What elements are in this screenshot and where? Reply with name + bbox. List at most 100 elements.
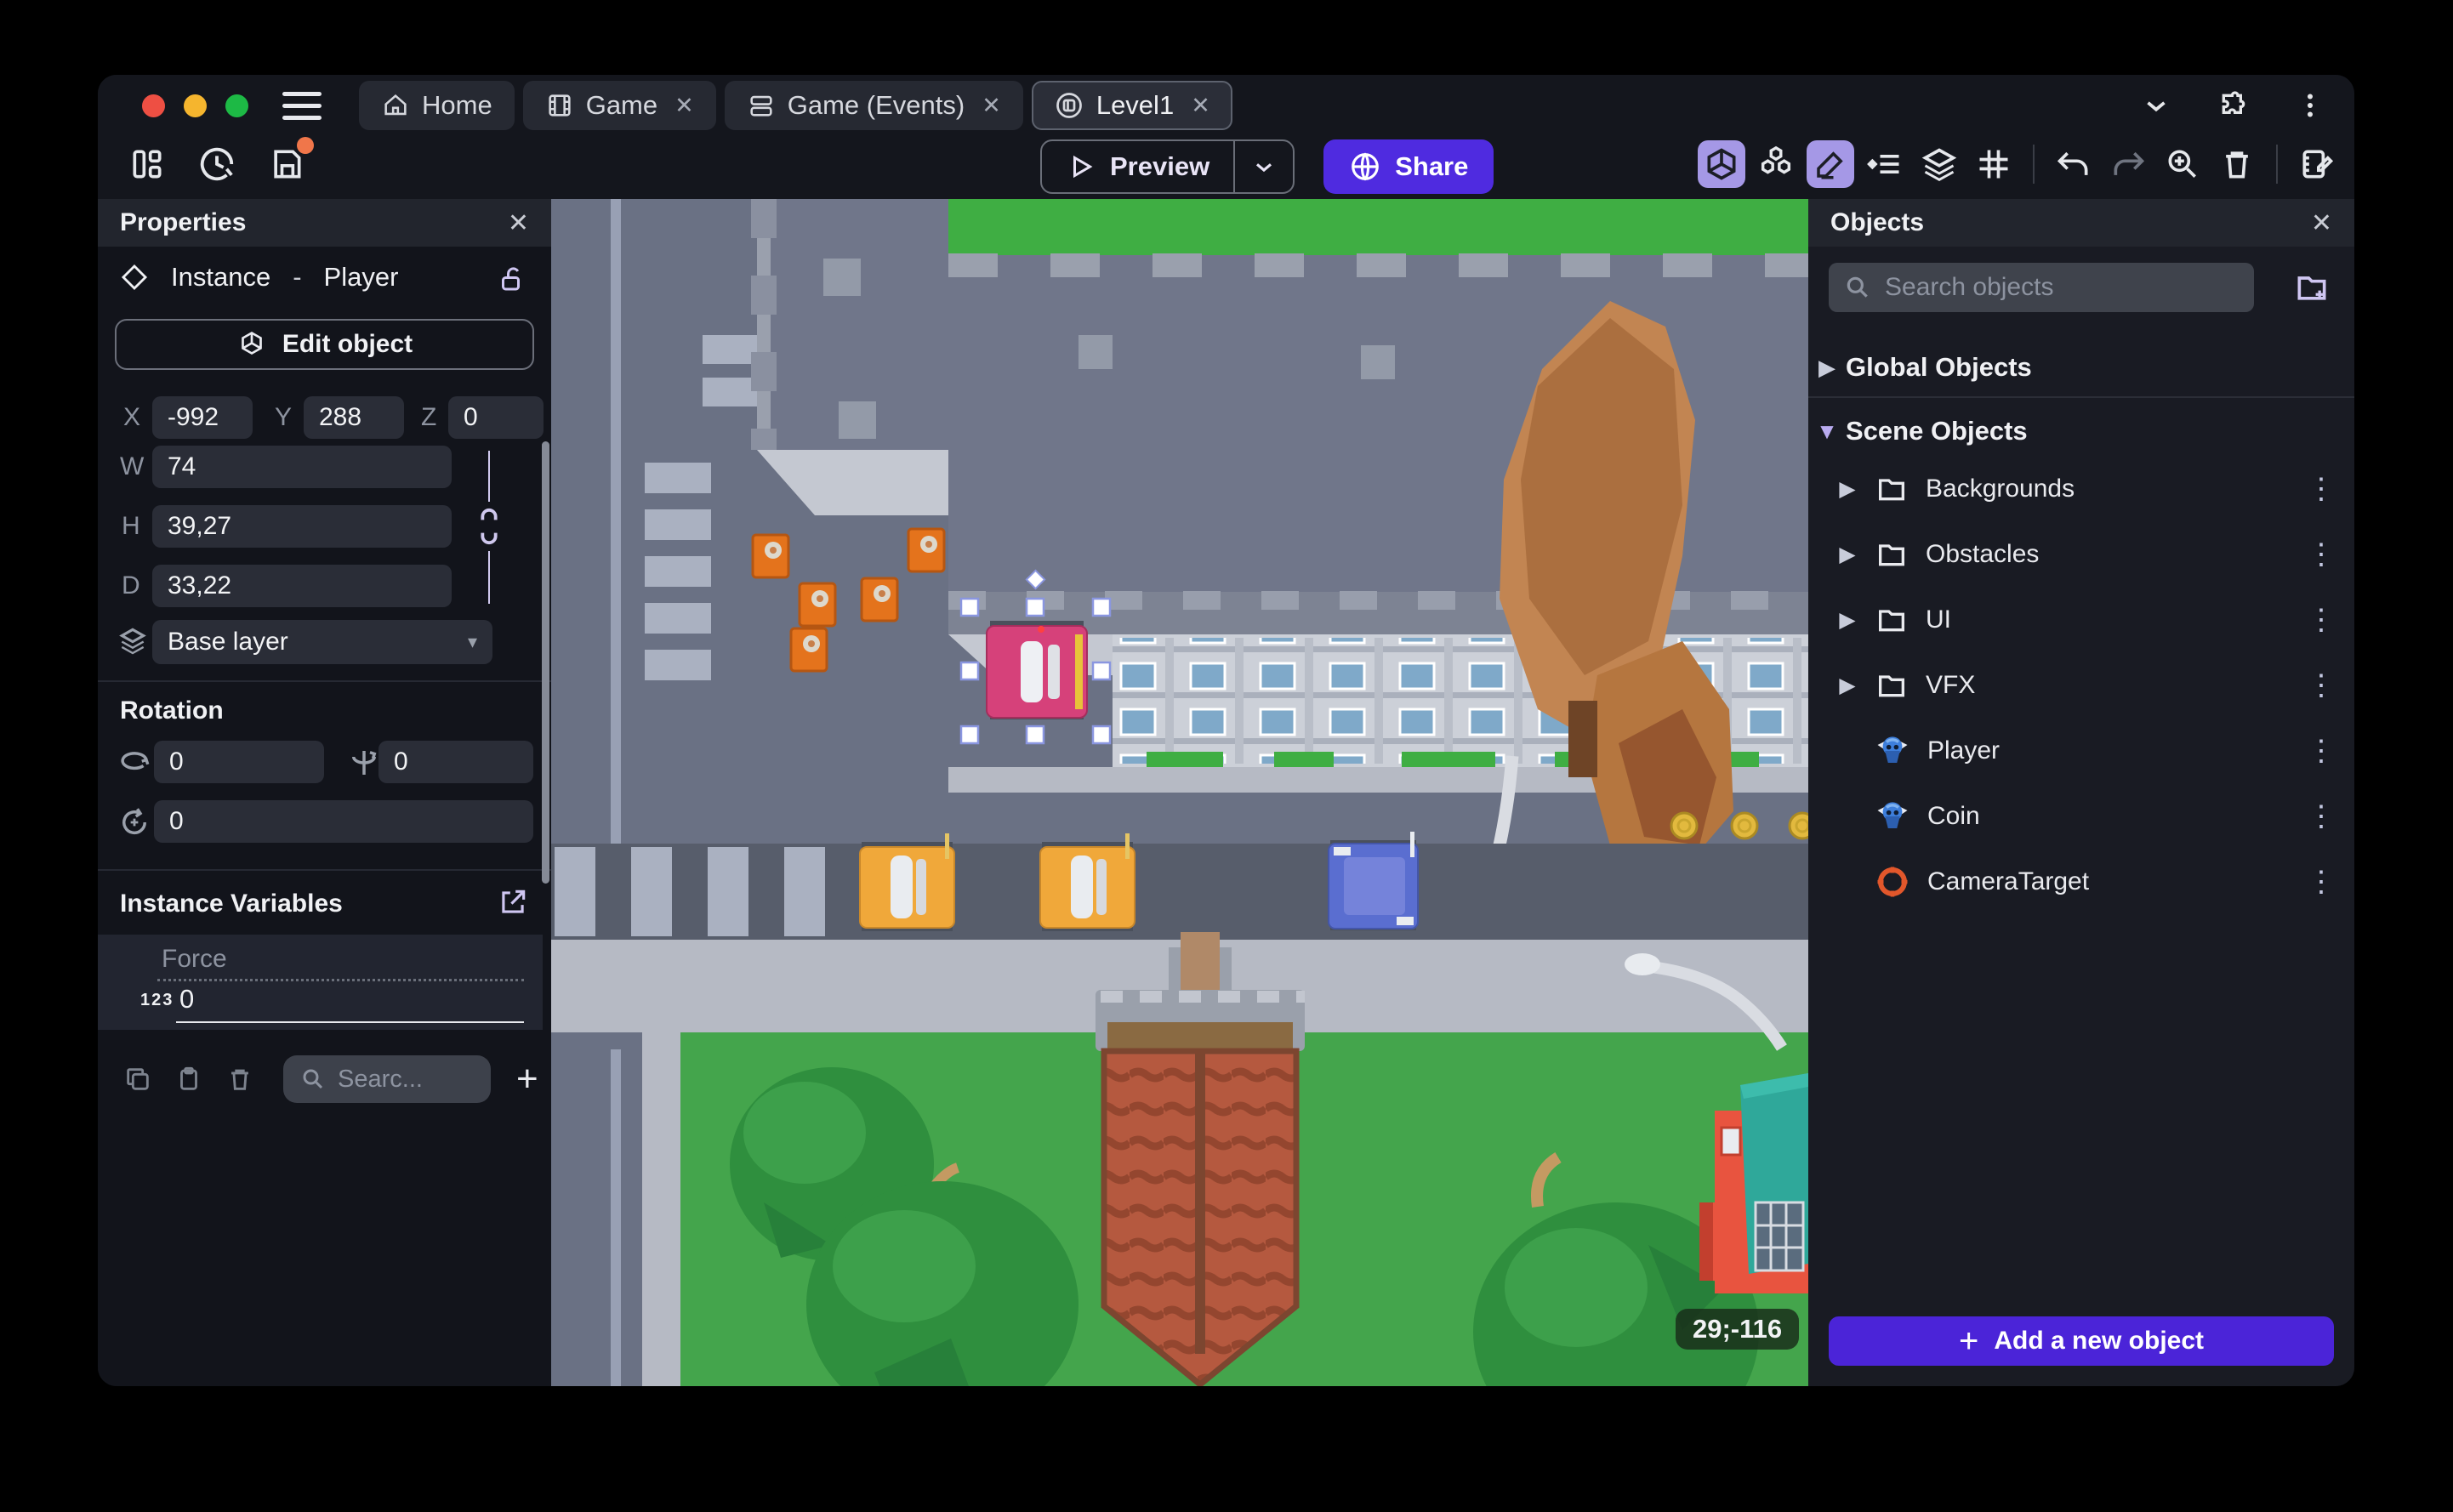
- global-objects-label: Global Objects: [1846, 352, 2032, 382]
- preview-options-chevron-icon[interactable]: [1235, 153, 1293, 180]
- globe-icon: [1352, 152, 1380, 181]
- close-properties-icon[interactable]: ✕: [508, 208, 529, 238]
- tab-home[interactable]: Home: [359, 81, 515, 130]
- d-label: D: [122, 571, 140, 600]
- history-icon[interactable]: [193, 140, 241, 188]
- width-input[interactable]: [152, 446, 452, 488]
- layer-select[interactable]: Base layer ▾: [152, 620, 492, 664]
- x-input[interactable]: [152, 396, 253, 439]
- building-tower[interactable]: [751, 199, 948, 515]
- objects-panel: Objects ✕ ▶ Global Objects ▼ Scene Objec…: [1808, 199, 2354, 1386]
- tree-item-ui[interactable]: ▶ UI ⋮: [1808, 594, 2354, 646]
- edit-object-button[interactable]: Edit object: [115, 319, 534, 370]
- variable-value[interactable]: 0: [179, 984, 194, 1015]
- collapse-chevron-icon[interactable]: [2140, 89, 2172, 122]
- tree-item-coin[interactable]: Coin ⋮: [1808, 790, 2354, 843]
- add-variable-icon[interactable]: +: [516, 1060, 538, 1098]
- rotation-z-input[interactable]: [154, 800, 533, 843]
- open-variables-external-icon[interactable]: [497, 886, 529, 918]
- home-icon: [381, 91, 410, 120]
- maximize-window-button[interactable]: [225, 94, 248, 117]
- taxi-car[interactable]: [859, 833, 955, 931]
- rotate-y-icon: [346, 745, 382, 781]
- player-car-selected[interactable]: [986, 621, 1088, 719]
- project-manager-icon[interactable]: [123, 140, 171, 188]
- target-icon: [1875, 864, 1910, 900]
- z-input[interactable]: [448, 396, 544, 439]
- zoom-icon[interactable]: [2159, 140, 2206, 188]
- objects-search[interactable]: [1829, 263, 2254, 312]
- delete-icon[interactable]: [2213, 140, 2261, 188]
- close-tab-icon[interactable]: ✕: [1191, 93, 1210, 119]
- scene-properties-icon[interactable]: [2293, 140, 2341, 188]
- redo-icon[interactable]: [2104, 140, 2152, 188]
- unlock-icon[interactable]: [497, 264, 527, 294]
- instances-list-icon[interactable]: [1861, 140, 1909, 188]
- global-objects-group[interactable]: ▶ Global Objects: [1808, 344, 2354, 391]
- item-menu-icon[interactable]: ⋮: [2307, 799, 2336, 833]
- y-input[interactable]: [304, 396, 404, 439]
- layers-icon[interactable]: [1915, 140, 1963, 188]
- height-input[interactable]: [152, 505, 452, 548]
- item-menu-icon[interactable]: ⋮: [2307, 472, 2336, 506]
- tree-item-vfx[interactable]: ▶ VFX ⋮: [1808, 659, 2354, 712]
- instance-type: Instance: [171, 262, 271, 292]
- scene-canvas[interactable]: 29;-116: [551, 199, 1808, 1386]
- instance-object-name: Player: [323, 262, 399, 292]
- item-menu-icon[interactable]: ⋮: [2307, 734, 2336, 768]
- minimize-window-button[interactable]: [184, 94, 207, 117]
- add-folder-icon[interactable]: [2293, 269, 2331, 306]
- tree-item-obstacles[interactable]: ▶ Obstacles ⋮: [1808, 528, 2354, 581]
- item-menu-icon[interactable]: ⋮: [2307, 865, 2336, 899]
- events-list-icon: [747, 91, 776, 120]
- properties-scrollbar[interactable]: [542, 441, 549, 884]
- tree-item-player[interactable]: Player ⋮: [1808, 725, 2354, 777]
- tree-item-cameratarget[interactable]: CameraTarget ⋮: [1808, 855, 2354, 908]
- item-menu-icon[interactable]: ⋮: [2307, 603, 2336, 637]
- item-menu-icon[interactable]: ⋮: [2307, 537, 2336, 571]
- link-dimensions-icon[interactable]: [477, 507, 501, 546]
- variables-search[interactable]: [283, 1055, 491, 1103]
- close-tab-icon[interactable]: ✕: [982, 93, 1001, 119]
- rotation-title: Rotation: [120, 696, 224, 725]
- tab-level1[interactable]: Level1 ✕: [1031, 81, 1232, 130]
- share-button[interactable]: Share: [1323, 139, 1494, 194]
- depth-input[interactable]: [152, 565, 452, 607]
- tab-game[interactable]: Game ✕: [522, 81, 716, 130]
- layer-value: Base layer: [168, 628, 288, 656]
- item-menu-icon[interactable]: ⋮: [2307, 668, 2336, 702]
- preview-button[interactable]: Preview: [1040, 139, 1295, 194]
- close-window-button[interactable]: [142, 94, 165, 117]
- toggle-3d-view-icon[interactable]: [1698, 140, 1745, 188]
- variable-value-underline: [176, 1021, 524, 1023]
- scene-icon: [1054, 90, 1084, 121]
- undo-icon[interactable]: [2050, 140, 2097, 188]
- edit-mode-pencil-icon[interactable]: [1807, 140, 1854, 188]
- tree-item-backgrounds[interactable]: ▶ Backgrounds ⋮: [1808, 463, 2354, 515]
- grid-icon[interactable]: [1970, 140, 2018, 188]
- folder-icon: [1875, 472, 1909, 506]
- blue-car[interactable]: [1328, 832, 1419, 930]
- brick-tower[interactable]: [1096, 932, 1305, 1386]
- tab-game-events[interactable]: Game (Events) ✕: [724, 81, 1023, 130]
- variable-row[interactable]: Force 123 0: [98, 935, 543, 1030]
- rotation-x-input[interactable]: [154, 741, 324, 783]
- delete-variable-icon[interactable]: [225, 1065, 254, 1094]
- close-tab-icon[interactable]: ✕: [674, 93, 694, 119]
- variable-name[interactable]: Force: [162, 945, 227, 974]
- add-new-object-button[interactable]: + Add a new object: [1829, 1316, 2334, 1366]
- browser-menu-icon[interactable]: [2295, 90, 2325, 121]
- save-icon[interactable]: [263, 137, 314, 188]
- close-objects-icon[interactable]: ✕: [2311, 208, 2332, 238]
- rotation-y-input[interactable]: [378, 741, 533, 783]
- chevron-right-icon: ▶: [1839, 608, 1856, 632]
- extensions-icon[interactable]: [2217, 88, 2251, 122]
- objects-search-input[interactable]: [1885, 273, 2239, 302]
- main-menu-icon[interactable]: [282, 91, 322, 120]
- copy-variable-icon[interactable]: [123, 1065, 152, 1094]
- variables-search-input[interactable]: [338, 1065, 474, 1094]
- objects-3d-icon[interactable]: [1752, 140, 1800, 188]
- taxi-car[interactable]: [1039, 833, 1135, 931]
- scene-objects-group[interactable]: ▼ Scene Objects: [1808, 407, 2354, 455]
- paste-variable-icon[interactable]: [174, 1065, 203, 1094]
